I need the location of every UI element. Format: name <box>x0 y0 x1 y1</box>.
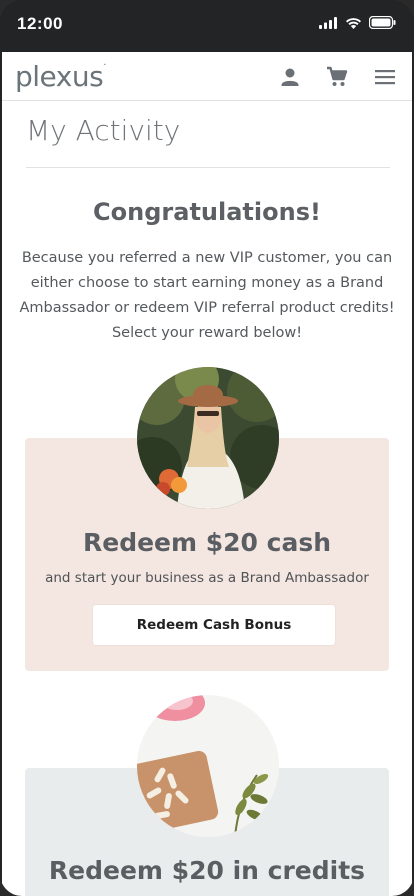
page-title: My Activity <box>26 114 181 147</box>
logo-mark: · <box>103 60 106 71</box>
ambassador-photo-image <box>137 367 279 509</box>
logo-text: plexus <box>15 60 104 93</box>
wifi-icon <box>346 17 361 29</box>
menu-icon[interactable] <box>374 66 396 88</box>
redeem-cash-button[interactable]: Redeem Cash Bonus <box>93 605 335 645</box>
congrats-heading: Congratulations! <box>93 198 321 226</box>
phone-frame: 12:00 plexus· My Activity Congratulation… <box>0 0 414 896</box>
cash-card-title: Redeem $20 cash <box>82 528 332 557</box>
plexus-logo[interactable]: plexus· <box>15 60 106 93</box>
top-navbar: plexus· <box>2 52 412 101</box>
title-divider <box>26 167 390 168</box>
app-screen: plexus· My Activity Congratulations! Bec… <box>2 52 412 896</box>
credits-card-title: Redeem $20 in credits <box>48 856 366 885</box>
cart-icon[interactable] <box>326 66 348 88</box>
status-time: 12:00 <box>17 14 63 33</box>
products-photo <box>137 695 279 837</box>
ambassador-photo <box>137 367 279 509</box>
signal-icon <box>319 16 337 29</box>
intro-text: Because you referred a new VIP customer,… <box>19 250 395 341</box>
battery-icon <box>369 16 396 29</box>
products-photo-image <box>137 695 279 837</box>
status-icons <box>319 16 396 29</box>
cash-card-subtitle: and start your business as a Brand Ambas… <box>45 570 369 586</box>
status-bar: 12:00 <box>0 0 414 52</box>
user-icon[interactable] <box>279 66 301 88</box>
